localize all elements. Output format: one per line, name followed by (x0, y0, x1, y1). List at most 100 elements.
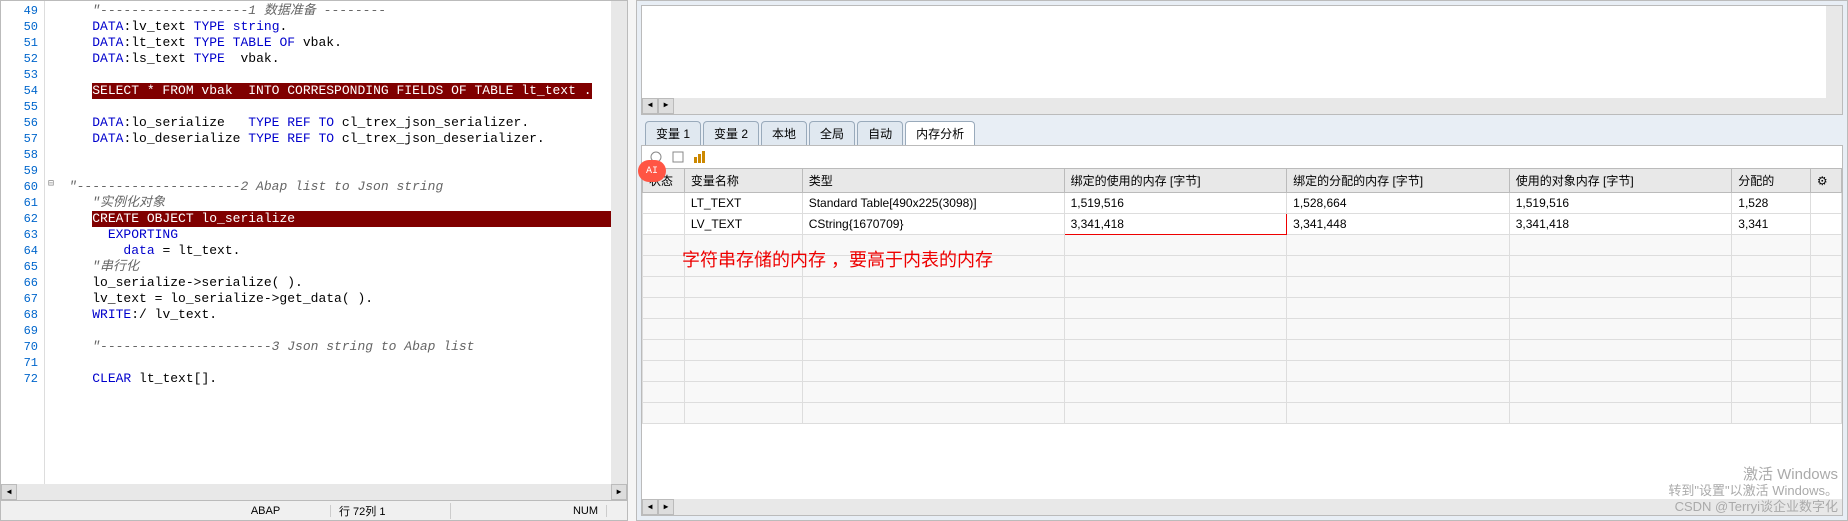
code-line[interactable]: CREATE OBJECT lo_serialize (61, 211, 607, 227)
line-number: 57 (1, 131, 44, 147)
fold-marker (45, 369, 57, 385)
tab-4[interactable]: 自动 (857, 121, 903, 145)
cell: Standard Table[490x225(3098)] (802, 193, 1064, 214)
cell: 1,528 (1732, 193, 1811, 214)
table-row (643, 277, 1842, 298)
fold-marker (45, 97, 57, 113)
memory-table[interactable]: 状态变量名称类型绑定的使用的内存 [字节]绑定的分配的内存 [字节]使用的对象内… (642, 168, 1842, 424)
memory-table-wrap: 状态变量名称类型绑定的使用的内存 [字节]绑定的分配的内存 [字节]使用的对象内… (642, 168, 1842, 499)
fold-marker (45, 209, 57, 225)
scroll-right-button[interactable]: ▶ (658, 499, 674, 515)
column-header[interactable]: 类型 (802, 169, 1064, 193)
fold-marker (45, 257, 57, 273)
line-number: 63 (1, 227, 44, 243)
code-area[interactable]: 4950515253545556575859606162636465666768… (1, 1, 627, 484)
fold-marker (45, 33, 57, 49)
line-number: 53 (1, 67, 44, 83)
table-row (643, 361, 1842, 382)
code-line[interactable]: DATA:lt_text TYPE TABLE OF vbak. (61, 35, 607, 51)
annotation-text: 字符串存储的内存 ，要高于内表的内存 (682, 246, 993, 272)
fold-marker (45, 289, 57, 305)
code-line[interactable]: WRITE:/ lv_text. (61, 307, 607, 323)
cell: CString{1670709} (802, 214, 1064, 235)
ai-badge-icon[interactable]: AI (638, 160, 666, 182)
line-number: 52 (1, 51, 44, 67)
fold-marker (45, 65, 57, 81)
fold-marker[interactable]: ⊟ (45, 177, 57, 193)
fold-marker (45, 81, 57, 97)
tab-3[interactable]: 全局 (809, 121, 855, 145)
line-number: 72 (1, 371, 44, 387)
code-line[interactable] (61, 355, 607, 371)
status-bar: ABAP 行 72列 1 NUM (1, 500, 627, 520)
code-line[interactable] (61, 163, 607, 179)
table-row[interactable]: LV_TEXTCString{1670709}3,341,4183,341,44… (643, 214, 1842, 235)
status-numlock: NUM (565, 505, 607, 517)
code-line[interactable]: CLEAR lt_text[]. (61, 371, 607, 387)
tab-2[interactable]: 本地 (761, 121, 807, 145)
table-row[interactable]: LT_TEXTStandard Table[490x225(3098)]1,51… (643, 193, 1842, 214)
code-line[interactable]: DATA:ls_text TYPE vbak. (61, 51, 607, 67)
code-content[interactable]: "-------------------1 数据准备 -------- DATA… (57, 1, 611, 484)
tab-5[interactable]: 内存分析 (905, 121, 975, 145)
code-line[interactable]: "---------------------2 Abap list to Jso… (61, 179, 607, 195)
fold-marker (45, 241, 57, 257)
code-line[interactable]: "实例化对象 (61, 195, 607, 211)
fold-marker (45, 145, 57, 161)
cell (1810, 193, 1841, 214)
tab-0[interactable]: 变量 1 (645, 121, 701, 145)
status-position: 行 72列 1 (331, 503, 451, 519)
column-header[interactable]: 使用的对象内存 [字节] (1509, 169, 1732, 193)
code-line[interactable]: DATA:lv_text TYPE string. (61, 19, 607, 35)
settings-icon[interactable]: ⚙ (1817, 174, 1828, 188)
code-line[interactable]: lo_serialize->serialize( ). (61, 275, 607, 291)
line-number: 51 (1, 35, 44, 51)
code-line[interactable]: SELECT * FROM vbak INTO CORRESPONDING FI… (61, 83, 607, 99)
code-line[interactable]: EXPORTING (61, 227, 607, 243)
cell (643, 193, 685, 214)
line-number: 49 (1, 3, 44, 19)
code-line[interactable] (61, 67, 607, 83)
vertical-scrollbar[interactable] (611, 1, 627, 484)
cell: 3,341 (1732, 214, 1811, 235)
code-line[interactable]: "-------------------1 数据准备 -------- (61, 3, 607, 19)
line-number: 59 (1, 163, 44, 179)
watermark: 激活 Windows 转到"设置"以激活 Windows。 CSDN @Terr… (1668, 467, 1838, 515)
cell (1810, 214, 1841, 235)
scroll-left-button[interactable]: ◀ (642, 499, 658, 515)
horizontal-scrollbar[interactable]: ◀ ▶ (642, 499, 1842, 515)
code-line[interactable] (61, 323, 607, 339)
code-editor-panel: 4950515253545556575859606162636465666768… (0, 0, 628, 521)
code-line[interactable]: data = lt_text. (61, 243, 607, 259)
code-line[interactable] (61, 99, 607, 115)
cell (643, 214, 685, 235)
column-header[interactable]: 分配的 (1732, 169, 1811, 193)
export-icon[interactable] (670, 149, 686, 165)
top-grid-area[interactable]: ◀ ▶ (641, 5, 1843, 115)
column-header[interactable]: 变量名称 (684, 169, 802, 193)
horizontal-scrollbar[interactable]: ◀ ▶ (1, 484, 627, 500)
fold-marker (45, 17, 57, 33)
line-number: 58 (1, 147, 44, 163)
scroll-left-button[interactable]: ◀ (642, 98, 658, 114)
code-line[interactable]: "----------------------3 Json string to … (61, 339, 607, 355)
cell: 1,519,516 (1064, 193, 1287, 214)
table-row (643, 403, 1842, 424)
code-line[interactable]: DATA:lo_deserialize TYPE REF TO cl_trex_… (61, 131, 607, 147)
code-line[interactable]: lv_text = lo_serialize->get_data( ). (61, 291, 607, 307)
fold-marker (45, 337, 57, 353)
column-header[interactable]: 绑定的分配的内存 [字节] (1287, 169, 1510, 193)
code-line[interactable]: "串行化 (61, 259, 607, 275)
fold-column[interactable]: ⊟ (45, 1, 57, 484)
column-header[interactable]: 绑定的使用的内存 [字节] (1064, 169, 1287, 193)
code-line[interactable] (61, 147, 607, 163)
scroll-right-button[interactable]: ▶ (611, 484, 627, 500)
code-line[interactable]: DATA:lo_serialize TYPE REF TO cl_trex_js… (61, 115, 607, 131)
tab-1[interactable]: 变量 2 (703, 121, 759, 145)
chart-icon[interactable] (692, 149, 708, 165)
line-number: 71 (1, 355, 44, 371)
scroll-left-button[interactable]: ◀ (1, 484, 17, 500)
status-language: ABAP (201, 505, 331, 517)
scroll-right-button[interactable]: ▶ (658, 98, 674, 114)
fold-marker (45, 49, 57, 65)
